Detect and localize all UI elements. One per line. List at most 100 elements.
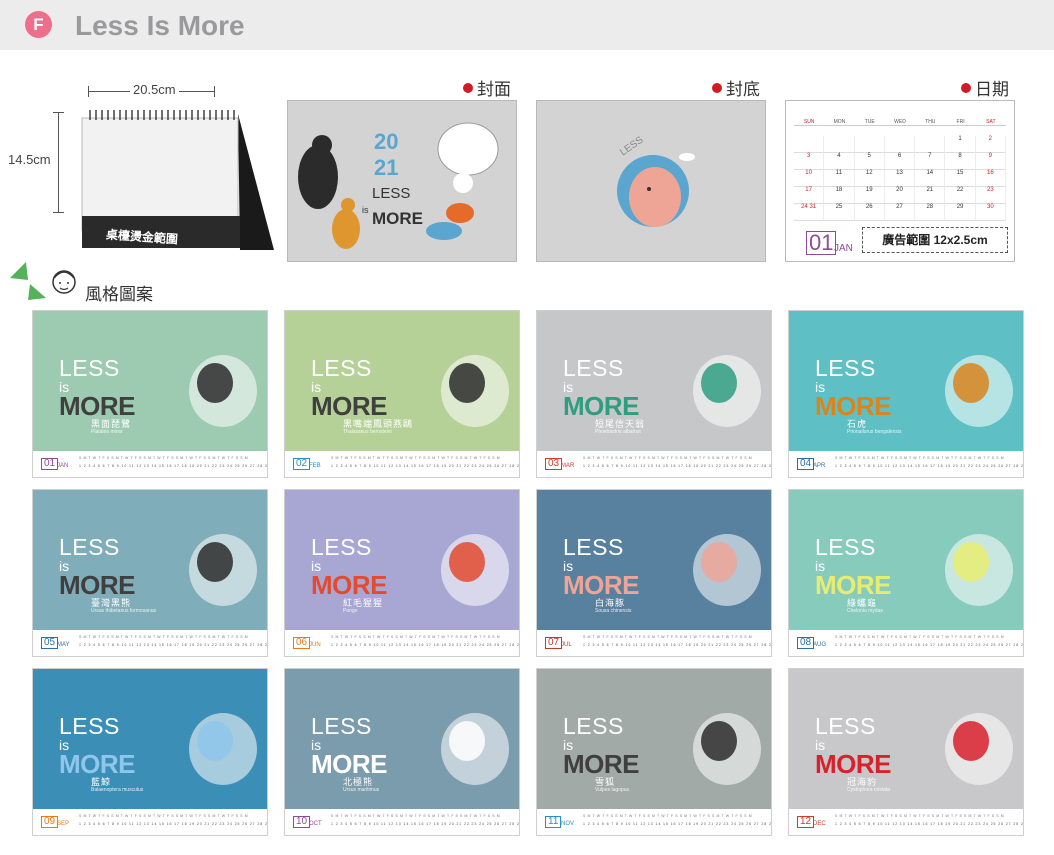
month-artwork: LESS is MORE 短尾信天翁 Phoebastria albatrus — [537, 311, 771, 451]
month-number: 07 — [545, 637, 563, 649]
date-grid: SUN MON TUE WED THU FRI SAT 1 2 3 4 5 6 7 8 9 10 11 12 13 14… — [794, 119, 1006, 221]
page-header: F Less Is More — [0, 0, 1054, 50]
less-text: LESS — [563, 534, 624, 560]
weekday-row: S M T W T F S S M T W T F S S M T W T F … — [583, 814, 753, 818]
month-number: 01 — [41, 458, 59, 470]
date-cell: 17 — [794, 187, 825, 204]
species-name-latin: Prionailurus bengalensis — [847, 429, 902, 435]
date-cell: 21 — [915, 187, 946, 204]
month-thumbnail[interactable]: LESS is MORE 短尾信天翁 Phoebastria albatrus … — [536, 310, 772, 478]
date-cell: 5 — [854, 153, 885, 170]
month-thumbnail[interactable]: LESS is MORE 藍鯨 Balaenoptera musculus 09… — [32, 668, 268, 836]
month-thumbnail[interactable]: LESS is MORE 黑面琵鷺 Platalea minor 01 JAN … — [32, 310, 268, 478]
date-cell: 7 — [915, 153, 946, 170]
weekday-label: SUN — [794, 119, 825, 126]
month-date-strip: 04 APR S M T W T F S S M T W T F S S M T… — [789, 451, 1023, 477]
month-thumbnail[interactable]: LESS is MORE 石虎 Prionailurus bengalensis… — [788, 310, 1024, 478]
bullet-icon — [961, 82, 971, 93]
date-cell: 20 — [884, 187, 916, 204]
less-text: LESS — [815, 534, 876, 560]
month-abbr: NOV — [561, 821, 575, 827]
date-number-row: 1 2 3 4 5 6 7 8 9 10 11 12 13 14 15 16 1… — [835, 464, 1024, 468]
date-cell — [884, 136, 916, 153]
cover-animals-illustration — [298, 122, 499, 249]
date-number-row: 1 2 3 4 5 6 7 8 9 10 11 12 13 14 15 16 1… — [79, 464, 268, 468]
species-name-latin: Cystophora cristata — [847, 787, 891, 793]
month-abbr: FEB — [309, 463, 321, 469]
month-number: 08 — [797, 637, 815, 649]
date-cell: 16 — [975, 170, 1006, 187]
girl-face-icon — [52, 270, 76, 294]
weekday-row: S M T W T F S S M T W T F S S M T W T F … — [79, 814, 249, 818]
weekday-row: S M T W T F S S M T W T F S S M T W T F … — [331, 814, 501, 818]
month-artwork: LESS is MORE 綠蠵龜 Chelonia mydas — [789, 490, 1023, 630]
month-thumbnail[interactable]: LESS is MORE 黑嘴端鳳頭燕鷗 Thalasseus bernstei… — [284, 310, 520, 478]
less-text: LESS — [59, 355, 120, 381]
month-thumbnail[interactable]: LESS is MORE 臺灣黑熊 Ursus thibetanus formo… — [32, 489, 268, 657]
date-cell: 13 — [884, 170, 916, 187]
date-cell: 23 — [975, 187, 1006, 204]
month-number: 01 — [806, 231, 837, 255]
bullet-icon — [712, 82, 722, 93]
month-thumbnail[interactable]: LESS is MORE 綠蠵龜 Chelonia mydas 08 AUG S… — [788, 489, 1024, 657]
weekday-row: S M T W T F S S M T W T F S S M T W T F … — [331, 635, 501, 639]
less-text: LESS — [311, 355, 372, 381]
month-abbr: OCT — [309, 821, 322, 827]
cover-label: 封面 — [463, 75, 511, 100]
month-thumbnail[interactable]: LESS is MORE 雪狐 Vulpes lagopus 11 NOV S … — [536, 668, 772, 836]
back-preview: LESS — [536, 100, 766, 262]
date-cell: 18 — [824, 187, 855, 204]
page-title: Less Is More — [75, 10, 245, 41]
month-abbr: MAY — [57, 642, 70, 648]
desk-calendar-diagram: 20.5cm 14.5cm 桌檯燙金範圍 — [8, 76, 280, 256]
width-label: 20.5cm — [130, 82, 179, 97]
month-date-strip: 06 JUN S M T W T F S S M T W T F S S M T… — [285, 630, 519, 656]
date-preview: SUN MON TUE WED THU FRI SAT 1 2 3 4 5 6 7 8 9 10 11 12 13 14… — [785, 100, 1015, 262]
weekday-row: S M T W T F S S M T W T F S S M T W T F … — [79, 635, 249, 639]
month-thumbnail[interactable]: LESS is MORE 北極熊 Ursus maritimus 10 OCT … — [284, 668, 520, 836]
month-abbr: MAR — [561, 463, 575, 469]
month-date-strip: 01 JAN S M T W T F S S M T W T F S S M T… — [33, 451, 267, 477]
date-cell: 1 — [945, 136, 976, 153]
weekday-row: S M T W T F S S M T W T F S S M T W T F … — [835, 635, 1005, 639]
leaf-icon — [10, 262, 46, 300]
date-cell: 25 — [824, 204, 855, 221]
month-artwork: LESS is MORE 白海豚 Sousa chinensis — [537, 490, 771, 630]
less-text: LESS — [815, 355, 876, 381]
month-date-strip: 10 OCT S M T W T F S S M T W T F S S M T… — [285, 809, 519, 835]
date-cell: 14 — [915, 170, 946, 187]
weekday-row: S M T W T F S S M T W T F S S M T W T F … — [79, 456, 249, 460]
month-artwork: LESS is MORE 臺灣黑熊 Ursus thibetanus formo… — [33, 490, 267, 630]
date-cell: 22 — [945, 187, 976, 204]
month-artwork: LESS is MORE 黑面琵鷺 Platalea minor — [33, 311, 267, 451]
date-cell: 30 — [975, 204, 1006, 221]
bullet-icon — [463, 82, 473, 93]
month-abbr: APR — [813, 463, 826, 469]
month-abbr: DEC — [813, 821, 826, 827]
date-cell: 10 — [794, 170, 825, 187]
month-artwork: LESS is MORE 石虎 Prionailurus bengalensis — [789, 311, 1023, 451]
month-abbr: JUN — [309, 642, 321, 648]
month-thumbnail[interactable]: LESS is MORE 冠海豹 Cystophora cristata 12 … — [788, 668, 1024, 836]
month-thumbnail[interactable]: LESS is MORE 紅毛猩猩 Pongo 06 JUN S M T W T… — [284, 489, 520, 657]
weekday-label: MON — [824, 119, 855, 126]
less-text: LESS — [311, 534, 372, 560]
month-abbr: JUL — [561, 642, 572, 648]
date-number-row: 1 2 3 4 5 6 7 8 9 10 11 12 13 14 15 16 1… — [583, 643, 772, 647]
date-cell — [824, 136, 855, 153]
less-text: LESS — [815, 713, 876, 739]
weekday-row: S M T W T F S S M T W T F S S M T W T F … — [835, 456, 1005, 460]
weekday-label: SAT — [975, 119, 1006, 126]
date-number-row: 1 2 3 4 5 6 7 8 9 10 11 12 13 14 15 16 1… — [835, 643, 1024, 647]
month-number: 02 — [293, 458, 311, 470]
month-date-strip: 02 FEB S M T W T F S S M T W T F S S M T… — [285, 451, 519, 477]
date-cell: 9 — [975, 153, 1006, 170]
weekday-row: S M T W T F S S M T W T F S S M T W T F … — [583, 635, 753, 639]
month-artwork: LESS is MORE 雪狐 Vulpes lagopus — [537, 669, 771, 809]
species-name-latin: Chelonia mydas — [847, 608, 883, 614]
date-cell — [794, 136, 825, 153]
month-thumbnail[interactable]: LESS is MORE 白海豚 Sousa chinensis 07 JUL … — [536, 489, 772, 657]
month-number: 09 — [41, 816, 59, 828]
date-number-row: 1 2 3 4 5 6 7 8 9 10 11 12 13 14 15 16 1… — [79, 822, 268, 826]
section-badge: F — [25, 11, 52, 38]
